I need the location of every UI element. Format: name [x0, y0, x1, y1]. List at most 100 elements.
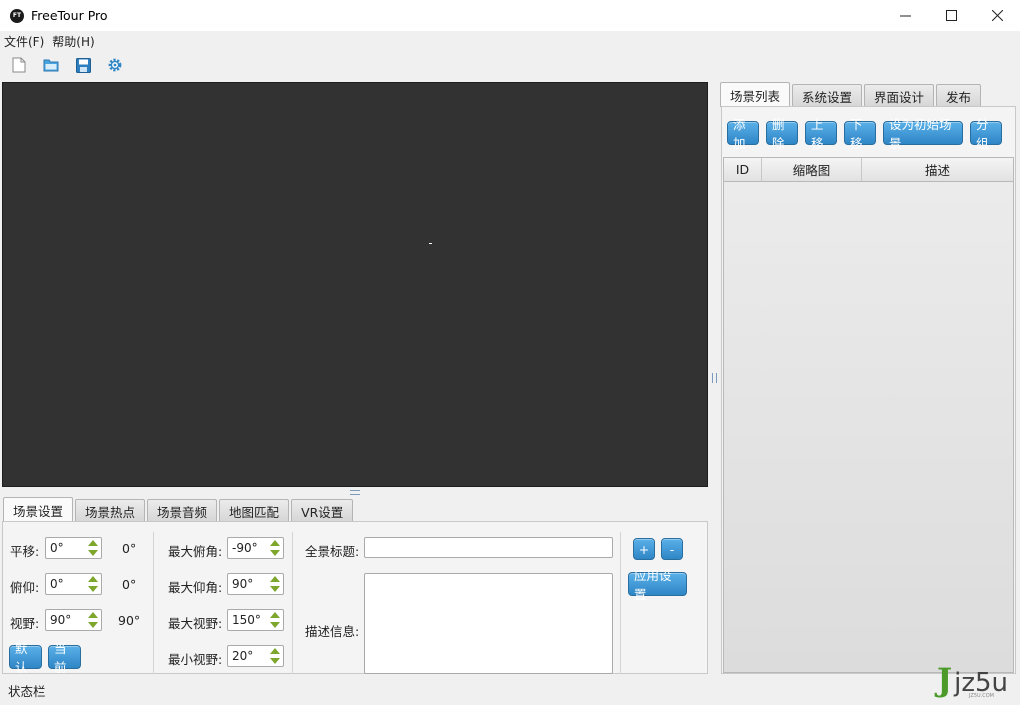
spinner-arrows[interactable]: [88, 540, 98, 556]
app-logo-icon: FT: [10, 8, 24, 23]
spinner-arrows[interactable]: [270, 540, 280, 556]
spinner-up-icon[interactable]: [270, 540, 280, 546]
horizontal-splitter[interactable]: [2, 487, 708, 497]
tilt-spinner[interactable]: 0°: [45, 573, 102, 595]
watermark-mark: J: [936, 661, 953, 699]
close-button[interactable]: [974, 0, 1020, 31]
column-header-thumbnail[interactable]: 缩略图: [762, 158, 862, 181]
vertical-splitter[interactable]: [709, 82, 719, 674]
pan-spinner[interactable]: 0°: [45, 537, 102, 559]
pan-value: 0°: [50, 541, 64, 555]
current-button[interactable]: 当前: [48, 641, 81, 675]
toolbar: [0, 51, 1020, 79]
tab-publish[interactable]: 发布: [936, 84, 982, 107]
spinner-down-icon[interactable]: [88, 622, 98, 628]
right-tab-bar: 场景列表 系统设置 界面设计 发布: [720, 82, 983, 107]
delete-scene-button[interactable]: 删除: [766, 117, 798, 151]
fov-current-value: 90°: [118, 613, 141, 628]
move-down-button[interactable]: 下移: [844, 117, 876, 151]
max-tilt-down-spinner[interactable]: -90°: [227, 537, 284, 559]
min-fov-label: 最小视野:: [168, 652, 223, 667]
max-fov-spinner[interactable]: 150°: [227, 609, 284, 631]
spinner-arrows[interactable]: [270, 612, 280, 628]
spinner-up-icon[interactable]: [88, 540, 98, 546]
close-icon: [991, 10, 1003, 21]
new-file-button[interactable]: [8, 54, 30, 76]
spinner-up-icon[interactable]: [270, 576, 280, 582]
spinner-down-icon[interactable]: [88, 550, 98, 556]
add-scene-button[interactable]: 添加: [727, 117, 759, 151]
bottom-tab-bar: 场景设置 场景热点 场景音频 地图匹配 VR设置: [3, 497, 355, 522]
divider: [620, 532, 621, 674]
spinner-up-icon[interactable]: [270, 612, 280, 618]
min-fov-value: 20°: [232, 649, 254, 663]
apply-settings-button[interactable]: 应用设置: [628, 568, 687, 602]
max-tilt-down-value: -90°: [232, 541, 258, 555]
menu-bar: 文件(F) 帮助(H): [0, 31, 1020, 51]
tab-ui-design[interactable]: 界面设计: [864, 84, 935, 107]
settings-button[interactable]: [104, 54, 126, 76]
viewport-cursor-mark: [429, 243, 432, 244]
min-fov-spinner[interactable]: 20°: [227, 645, 284, 667]
description-label: 描述信息:: [305, 624, 360, 639]
tab-map-match[interactable]: 地图匹配: [219, 499, 290, 522]
spinner-down-icon[interactable]: [270, 586, 280, 592]
table-header: ID 缩略图 描述: [724, 158, 1013, 182]
pano-title-input[interactable]: [364, 537, 613, 558]
column-header-description[interactable]: 描述: [862, 158, 1013, 181]
spinner-down-icon[interactable]: [270, 622, 280, 628]
new-file-icon: [12, 57, 26, 73]
pan-label: 平移:: [10, 544, 40, 559]
max-tilt-down-label: 最大俯角:: [168, 544, 223, 559]
maximize-icon: [945, 10, 957, 21]
default-button[interactable]: 默认: [9, 641, 42, 675]
spinner-arrows[interactable]: [270, 576, 280, 592]
menu-help[interactable]: 帮助(H): [52, 33, 94, 50]
open-folder-icon: [43, 59, 59, 72]
minimize-icon: [899, 15, 911, 17]
add-item-button[interactable]: +: [633, 538, 655, 560]
save-icon: [75, 57, 91, 73]
tilt-label: 俯仰:: [10, 580, 40, 595]
spinner-arrows[interactable]: [88, 612, 98, 628]
scene-table: ID 缩略图 描述: [723, 157, 1014, 673]
spinner-arrows[interactable]: [88, 576, 98, 592]
tab-scene-hotspots[interactable]: 场景热点: [75, 499, 146, 522]
column-header-id[interactable]: ID: [724, 158, 762, 181]
pano-title-label: 全景标题:: [305, 544, 360, 559]
max-fov-label: 最大视野:: [168, 616, 223, 631]
open-folder-button[interactable]: [40, 54, 62, 76]
tab-scene-settings[interactable]: 场景设置: [3, 497, 74, 522]
spinner-down-icon[interactable]: [88, 586, 98, 592]
tilt-value: 0°: [50, 577, 64, 591]
spinner-up-icon[interactable]: [88, 612, 98, 618]
spinner-down-icon[interactable]: [270, 658, 280, 664]
panorama-viewport[interactable]: [2, 82, 708, 487]
splitter-grip-icon: [711, 373, 717, 383]
pan-current-value: 0°: [122, 541, 137, 556]
max-tilt-up-value: 90°: [232, 577, 254, 591]
max-tilt-up-spinner[interactable]: 90°: [227, 573, 284, 595]
menu-file[interactable]: 文件(F): [4, 33, 44, 50]
description-textarea[interactable]: [364, 573, 613, 674]
spinner-up-icon[interactable]: [88, 576, 98, 582]
minimize-button[interactable]: [882, 0, 928, 31]
spinner-up-icon[interactable]: [270, 648, 280, 654]
remove-item-button[interactable]: -: [661, 538, 683, 560]
spinner-arrows[interactable]: [270, 648, 280, 664]
save-button[interactable]: [72, 54, 94, 76]
group-button[interactable]: 分组: [970, 117, 1002, 151]
splitter-grip-icon: [350, 489, 360, 495]
tab-system-settings[interactable]: 系统设置: [792, 84, 863, 107]
maximize-button[interactable]: [928, 0, 974, 31]
tab-vr-settings[interactable]: VR设置: [291, 499, 354, 522]
max-fov-value: 150°: [232, 613, 261, 627]
set-initial-scene-button[interactable]: 设为初始场景: [883, 117, 963, 151]
move-up-button[interactable]: 上移: [805, 117, 837, 151]
spinner-down-icon[interactable]: [270, 550, 280, 556]
tab-scene-audio[interactable]: 场景音频: [147, 499, 218, 522]
divider: [153, 532, 154, 674]
fov-spinner[interactable]: 90°: [45, 609, 102, 631]
tab-scene-list[interactable]: 场景列表: [720, 82, 791, 107]
divider: [292, 532, 293, 674]
